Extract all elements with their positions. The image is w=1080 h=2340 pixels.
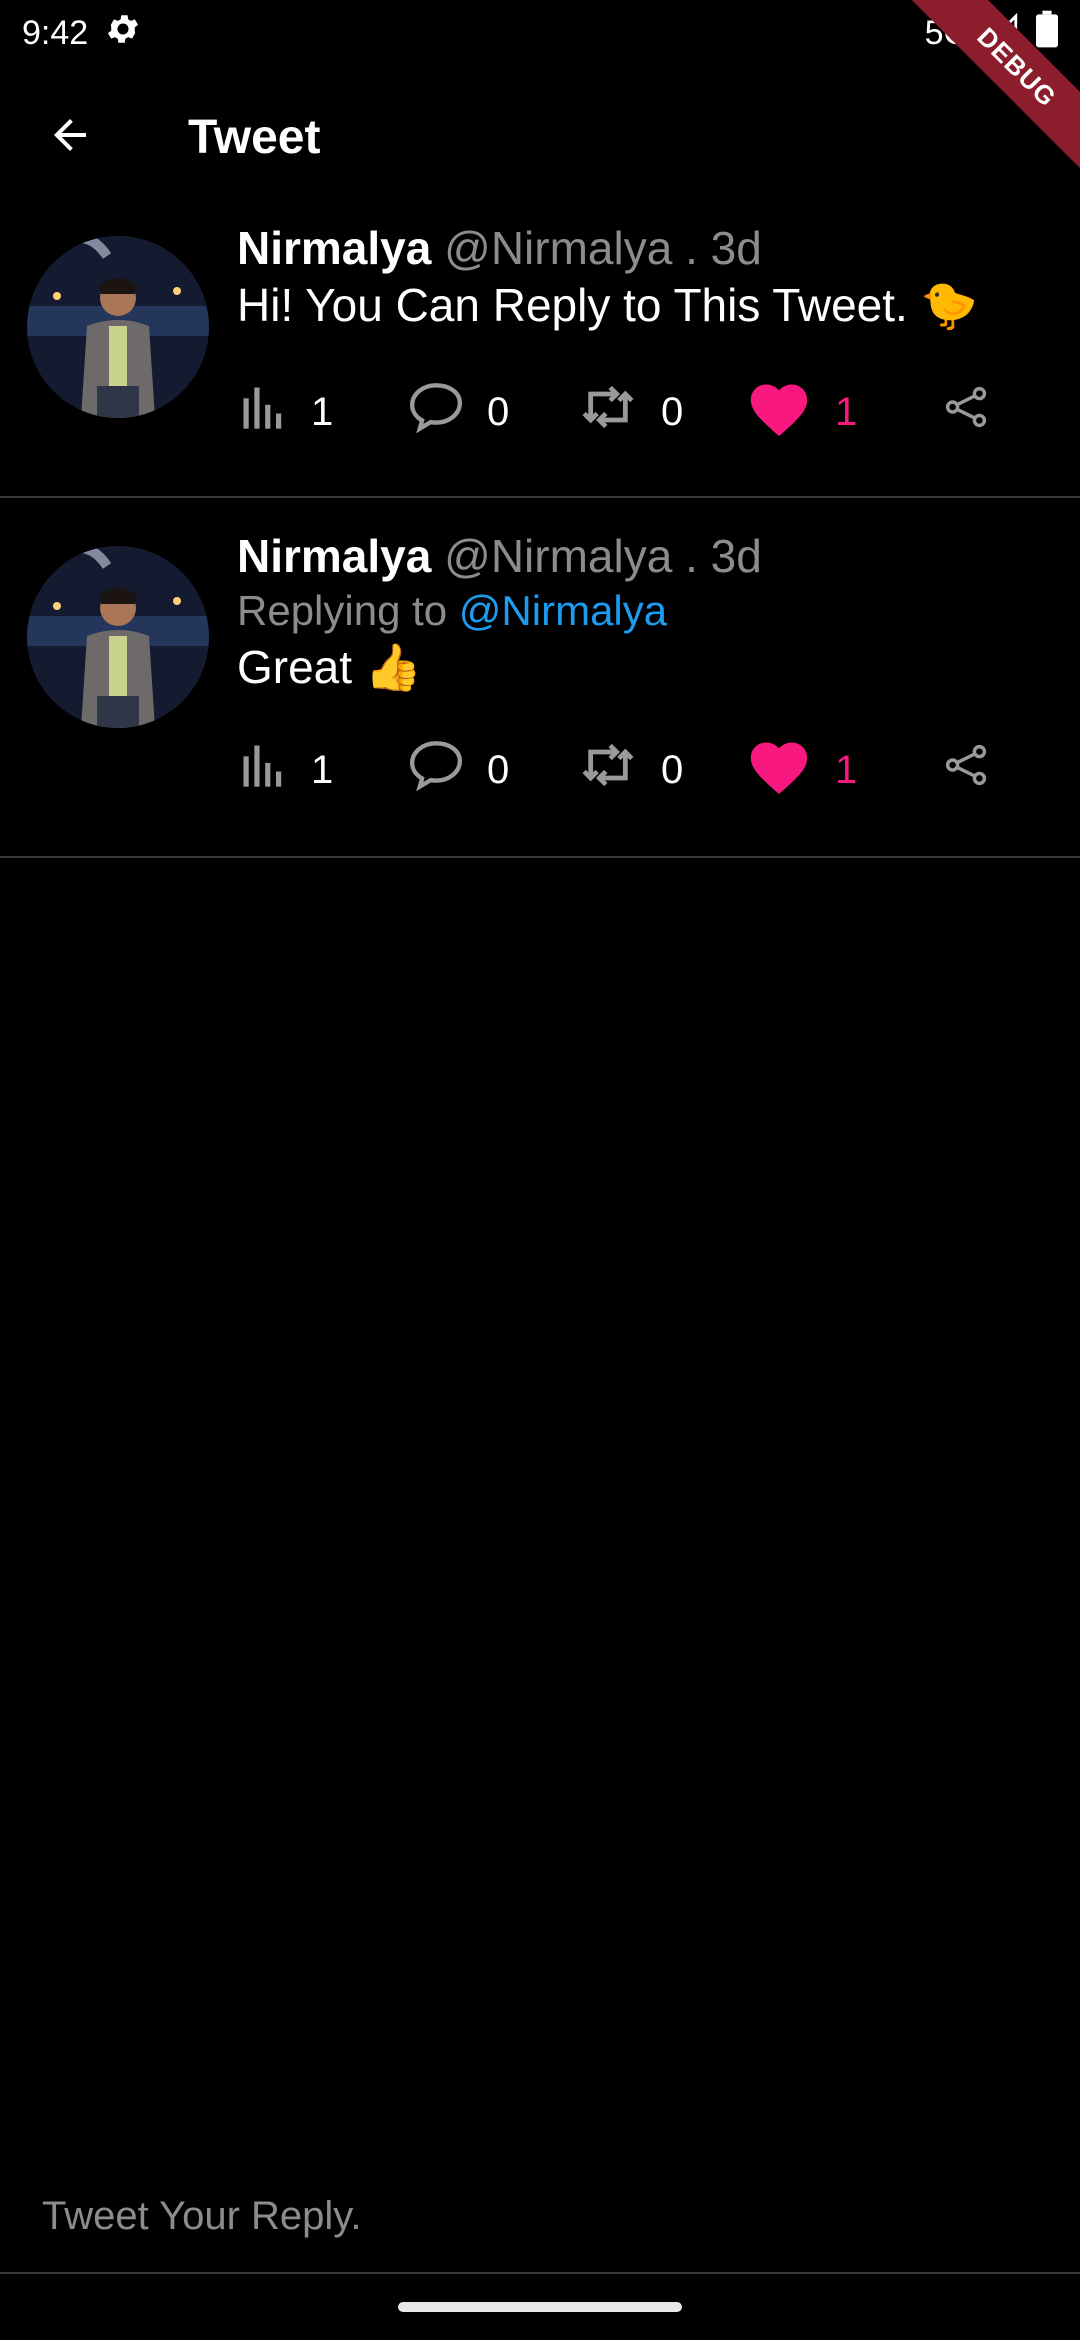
home-indicator[interactable] (398, 2302, 682, 2312)
like-count: 1 (835, 389, 858, 434)
tweet-text: Great 👍 (237, 641, 423, 693)
share-icon (943, 384, 989, 440)
tweet-item[interactable]: Nirmalya @Nirmalya . 3d Replying to @Nir… (0, 498, 1080, 858)
tweet-header: Nirmalya @Nirmalya . 3d (237, 528, 1060, 584)
page-title: Tweet (188, 110, 321, 164)
tweet-content: Nirmalya @Nirmalya . 3d Hi! You Can Repl… (237, 220, 1060, 334)
reply-button[interactable]: 0 (407, 372, 509, 452)
retweet-button[interactable]: 0 (577, 730, 683, 810)
settings-gear-icon (104, 10, 142, 57)
share-button[interactable] (943, 372, 989, 452)
avatar[interactable] (27, 236, 209, 418)
views-chart-icon (237, 381, 289, 443)
tweet-text: Hi! You Can Reply to This Tweet. 🐤 (237, 279, 978, 331)
status-time: 9:42 (22, 13, 89, 52)
views-count: 1 (311, 747, 334, 792)
comment-bubble-icon (407, 739, 465, 801)
retweet-count: 0 (661, 389, 684, 434)
views-button[interactable]: 1 (237, 372, 333, 452)
replying-to-prefix: Replying to (237, 587, 448, 634)
views-chart-icon (237, 739, 289, 801)
reply-count: 0 (487, 747, 510, 792)
comment-bubble-icon (407, 381, 465, 443)
share-icon (943, 742, 989, 798)
replying-to-line: Replying to @Nirmalya (237, 584, 1060, 638)
app-bar: Tweet (0, 66, 1080, 208)
like-button[interactable]: 1 (745, 372, 857, 452)
author-handle-time: @Nirmalya . 3d (444, 530, 762, 582)
tweet-content: Nirmalya @Nirmalya . 3d Replying to @Nir… (237, 528, 1060, 696)
avatar[interactable] (27, 546, 209, 728)
like-count: 1 (835, 747, 858, 792)
reply-input[interactable] (42, 2193, 1022, 2239)
status-bar: 9:42 5G (0, 0, 1080, 66)
author-handle-time: @Nirmalya . 3d (444, 222, 762, 274)
heart-filled-icon (745, 734, 813, 806)
views-count: 1 (311, 389, 334, 434)
retweet-count: 0 (661, 747, 684, 792)
tweet-item[interactable]: Nirmalya @Nirmalya . 3d Hi! You Can Repl… (0, 208, 1080, 498)
tweet-actions: 1 0 0 1 (237, 730, 997, 810)
reply-button[interactable]: 0 (407, 730, 509, 810)
reply-bar (0, 2160, 1080, 2274)
back-arrow-icon (46, 111, 94, 164)
heart-filled-icon (745, 376, 813, 448)
tweet-header: Nirmalya @Nirmalya . 3d (237, 220, 1060, 276)
retweet-icon (577, 381, 639, 443)
retweet-icon (577, 739, 639, 801)
author-name[interactable]: Nirmalya (237, 530, 431, 582)
tweet-actions: 1 0 0 1 (237, 372, 997, 452)
author-name[interactable]: Nirmalya (237, 222, 431, 274)
retweet-button[interactable]: 0 (577, 372, 683, 452)
screen: 9:42 5G DEBUG Tweet (0, 0, 1080, 2340)
share-button[interactable] (943, 730, 989, 810)
back-button[interactable] (0, 66, 140, 208)
views-button[interactable]: 1 (237, 730, 333, 810)
battery-icon (1036, 10, 1058, 57)
replying-to-mention[interactable]: @Nirmalya (459, 587, 667, 634)
like-button[interactable]: 1 (745, 730, 857, 810)
reply-count: 0 (487, 389, 510, 434)
